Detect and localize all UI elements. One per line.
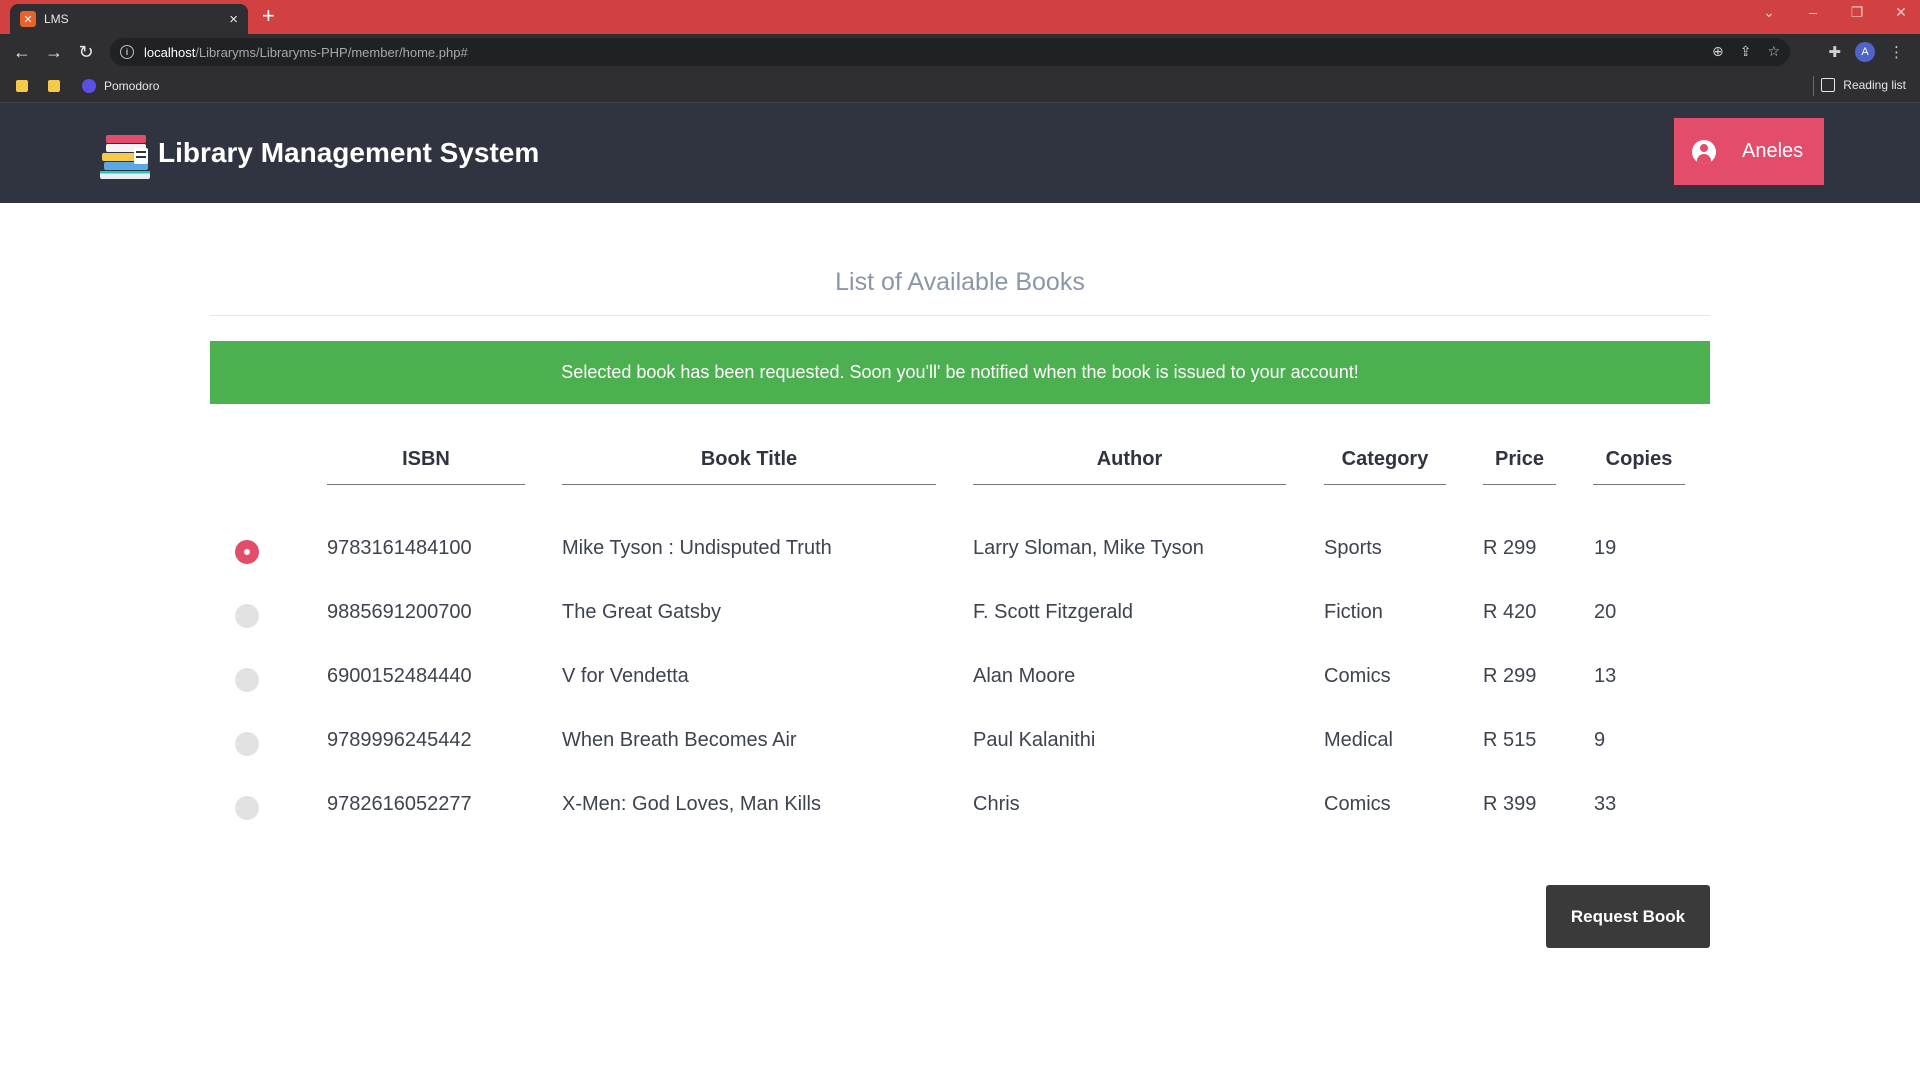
table-row[interactable]: 9782616052277 X-Men: God Loves, Man Kill… <box>0 787 1920 827</box>
pomodoro-icon[interactable] <box>82 79 96 93</box>
address-bar[interactable]: i localhost/Libraryms/Libraryms-PHP/memb… <box>110 38 1790 66</box>
category-cell: Comics <box>1324 793 1391 815</box>
bookmark-pomodoro[interactable]: Pomodoro <box>104 79 159 93</box>
copies-cell: 20 <box>1594 601 1617 623</box>
zoom-icon[interactable]: ⊕ <box>1712 43 1724 60</box>
column-header-price: Price <box>1483 448 1556 485</box>
page-title: List of Available Books <box>835 268 1085 296</box>
title-cell: X-Men: God Loves, Man Kills <box>562 793 821 815</box>
table-row[interactable]: 9783161484100 Mike Tyson : Undisputed Tr… <box>0 531 1920 571</box>
isbn-cell: 9885691200700 <box>327 601 472 623</box>
author-cell: Larry Sloman, Mike Tyson <box>973 537 1204 559</box>
browser-tab-strip: ✕ LMS × + ⌄ – ❐ ✕ <box>0 0 1920 34</box>
author-cell: Alan Moore <box>973 665 1076 687</box>
extension-area: ✚ A ⋮ <box>1828 42 1904 62</box>
copies-cell: 9 <box>1594 729 1606 751</box>
close-tab-icon[interactable]: × <box>229 11 238 28</box>
price-cell: R 399 <box>1483 793 1537 815</box>
copies-cell: 19 <box>1594 537 1617 559</box>
books-logo-icon <box>100 135 150 179</box>
reading-list-icon <box>1821 78 1836 92</box>
column-header-author: Author <box>973 448 1286 485</box>
xampp-icon: ✕ <box>20 11 36 27</box>
book-radio[interactable] <box>235 668 259 692</box>
success-alert: Selected book has been requested. Soon y… <box>210 341 1710 404</box>
category-cell: Fiction <box>1324 601 1383 623</box>
forward-icon[interactable]: → <box>38 42 70 63</box>
column-header-category: Category <box>1324 448 1446 485</box>
extensions-puzzle-icon[interactable]: ✚ <box>1828 43 1841 61</box>
column-header-isbn: ISBN <box>327 448 525 485</box>
request-book-button[interactable]: Request Book <box>1546 885 1710 948</box>
isbn-cell: 6900152484440 <box>327 665 472 687</box>
restore-icon[interactable]: ❐ <box>1848 4 1866 21</box>
price-cell: R 299 <box>1483 537 1537 559</box>
title-cell: V for Vendetta <box>562 665 689 687</box>
price-cell: R 515 <box>1483 729 1537 751</box>
minimize-icon[interactable]: – <box>1804 4 1822 21</box>
copies-cell: 33 <box>1594 793 1617 815</box>
bookmark-folder-icon[interactable] <box>48 80 60 92</box>
url-host: localhost <box>144 44 196 60</box>
category-cell: Sports <box>1324 537 1382 559</box>
user-menu-button[interactable]: Aneles <box>1674 118 1824 185</box>
omnibox-actions: ⊕ ⇪ ☆ <box>1712 43 1780 60</box>
title-cell: When Breath Becomes Air <box>562 729 797 751</box>
author-cell: Chris <box>973 793 1020 815</box>
bookmark-star-icon[interactable]: ☆ <box>1767 43 1780 60</box>
url-path: /Libraryms/Libraryms-PHP/member/home.php… <box>195 44 468 60</box>
site-info-icon[interactable]: i <box>120 45 134 59</box>
profile-avatar[interactable]: A <box>1855 42 1875 62</box>
new-tab-icon[interactable]: + <box>262 3 275 29</box>
heading-divider <box>210 315 1710 316</box>
share-icon[interactable]: ⇪ <box>1740 43 1752 60</box>
title-cell: The Great Gatsby <box>562 601 721 623</box>
book-radio[interactable] <box>235 604 259 628</box>
browser-tab[interactable]: ✕ LMS × <box>10 4 248 34</box>
book-radio[interactable] <box>235 540 259 564</box>
category-cell: Comics <box>1324 665 1391 687</box>
bookmark-folder-icon[interactable] <box>16 80 28 92</box>
column-header-title: Book Title <box>562 448 936 485</box>
author-cell: Paul Kalanithi <box>973 729 1096 751</box>
book-radio[interactable] <box>235 796 259 820</box>
browser-toolbar: ← → ↻ i localhost/Libraryms/Libraryms-PH… <box>0 34 1920 70</box>
tab-title: LMS <box>44 12 69 26</box>
tab-search-icon[interactable]: ⌄ <box>1760 4 1778 21</box>
user-circle-icon <box>1692 139 1716 164</box>
app-header: Library Management System Aneles <box>0 103 1920 203</box>
table-row[interactable]: 6900152484440 V for Vendetta Alan Moore … <box>0 659 1920 699</box>
reload-icon[interactable]: ↻ <box>70 42 102 63</box>
reading-list-label: Reading list <box>1843 78 1906 92</box>
book-radio[interactable] <box>235 732 259 756</box>
table-row[interactable]: 9885691200700 The Great Gatsby F. Scott … <box>0 595 1920 635</box>
author-cell: F. Scott Fitzgerald <box>973 601 1134 623</box>
price-cell: R 420 <box>1483 601 1537 623</box>
column-header-copies: Copies <box>1593 448 1685 485</box>
category-cell: Medical <box>1324 729 1393 751</box>
copies-cell: 13 <box>1594 665 1617 687</box>
window-controls: ⌄ – ❐ ✕ <box>1760 4 1910 21</box>
app-title: Library Management System <box>158 137 540 168</box>
reading-list-button[interactable]: Reading list <box>1821 78 1906 92</box>
isbn-cell: 9782616052277 <box>327 793 472 815</box>
isbn-cell: 9789996245442 <box>327 729 472 751</box>
back-icon[interactable]: ← <box>6 42 38 63</box>
title-cell: Mike Tyson : Undisputed Truth <box>562 537 832 559</box>
bookmarks-bar: Pomodoro Reading list <box>0 70 1920 103</box>
user-name: Aneles <box>1742 140 1804 162</box>
url-text[interactable]: localhost/Libraryms/Libraryms-PHP/member… <box>144 45 468 60</box>
bookmarks-divider <box>1813 76 1814 96</box>
price-cell: R 299 <box>1483 665 1537 687</box>
isbn-cell: 9783161484100 <box>327 537 472 559</box>
table-row[interactable]: 9789996245442 When Breath Becomes Air Pa… <box>0 723 1920 763</box>
browser-menu-icon[interactable]: ⋮ <box>1889 43 1904 61</box>
close-window-icon[interactable]: ✕ <box>1892 4 1910 21</box>
